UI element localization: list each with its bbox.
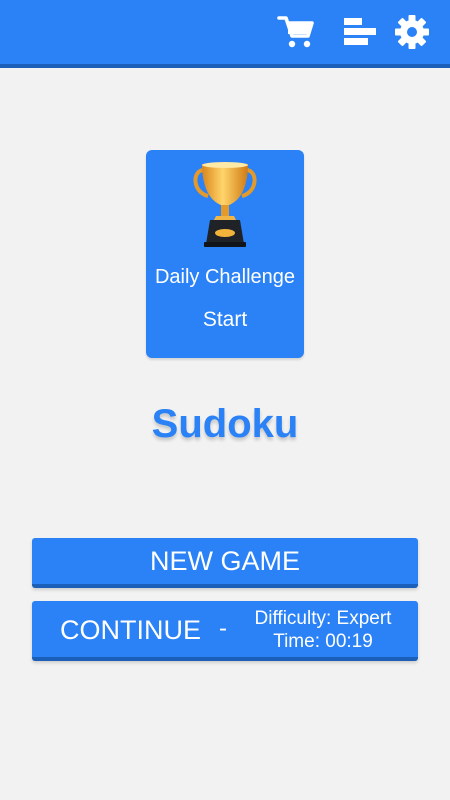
continue-game-info: Difficulty: Expert Time: 00:19 (238, 607, 408, 653)
new-game-button[interactable]: NEW GAME (32, 538, 418, 588)
gear-icon (395, 15, 429, 49)
stats-icon (344, 18, 376, 45)
stats-button[interactable] (339, 12, 379, 52)
daily-challenge-card[interactable]: Daily Challenge Start (146, 150, 304, 358)
app-title: Sudoku (151, 402, 299, 446)
new-game-label: NEW GAME (149, 545, 300, 576)
continue-separator: - (219, 615, 227, 642)
time-text: Time: 00:19 (273, 631, 373, 652)
cart-icon (277, 16, 314, 48)
daily-challenge-start-label: Start (202, 308, 248, 331)
cart-button[interactable] (276, 12, 316, 52)
continue-button[interactable]: CONTINUE - Difficulty: Expert Time: 00:1… (32, 601, 418, 661)
trophy-icon (193, 162, 257, 247)
settings-button[interactable] (392, 12, 432, 52)
daily-challenge-title: Daily Challenge (154, 266, 296, 288)
difficulty-text: Difficulty: Expert (254, 608, 392, 629)
top-app-bar (0, 0, 450, 68)
continue-label: CONTINUE (60, 615, 201, 645)
